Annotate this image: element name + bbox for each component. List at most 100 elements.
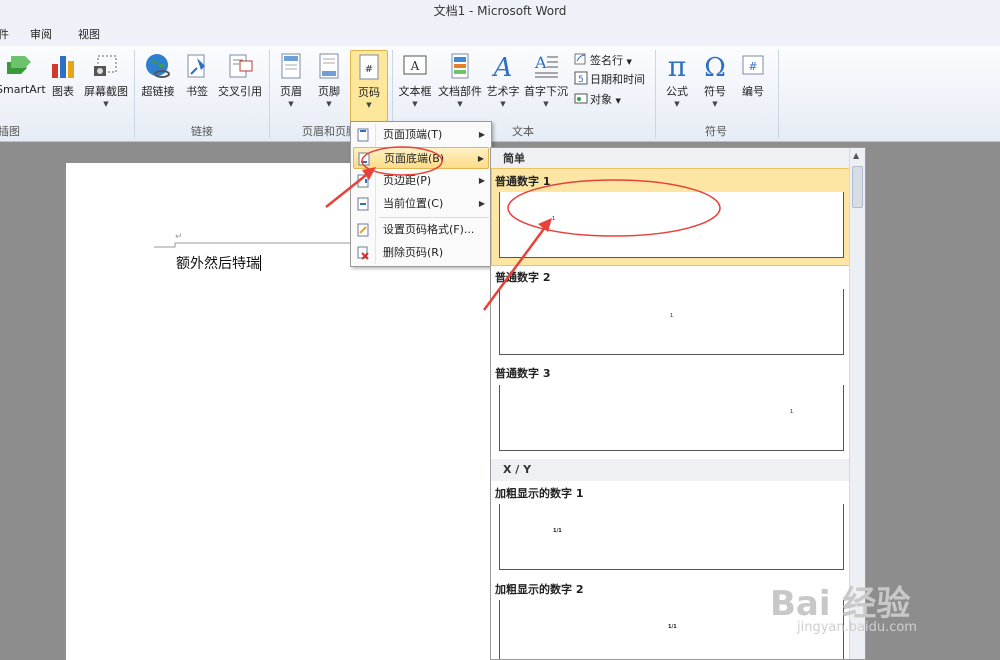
screenshot-icon [94,55,117,76]
svg-text:Ω: Ω [704,53,726,80]
dropdown-arrow-icon: ▼ [103,100,109,108]
page-bottom-icon [358,152,370,166]
wordart-button[interactable]: A 艺术字 ▼ [484,52,522,108]
menu-item-top-of-page[interactable]: 页面顶端(T) ▶ [353,124,489,146]
svg-text:π: π [668,52,686,80]
gallery-item-plain-number-3[interactable]: 1 [499,385,844,451]
dropdown-arrow-icon: ▼ [412,100,418,108]
menu-item-current-position[interactable]: 当前位置(C) ▶ [353,193,489,215]
dropdown-arrow-icon: ▼ [674,100,680,108]
svg-text:#: # [748,60,757,73]
drop-cap-icon: A [534,53,558,78]
delete-icon [357,246,369,260]
footer-button[interactable]: 页脚 ▼ [314,52,344,108]
textbox-button[interactable]: A 文本框 ▼ [396,52,434,108]
object-icon [574,93,588,104]
gallery-item-plain-number-1[interactable]: 1 [499,192,844,258]
svg-text:A: A [534,53,547,72]
quick-parts-icon [451,53,469,79]
dropdown-arrow-icon: ▼ [543,100,549,108]
textbox-icon: A [403,55,427,75]
gallery-category-simple: 简单 [491,148,850,170]
format-icon [357,223,369,237]
menu-item-page-margins[interactable]: 页边距(P) ▶ [353,170,489,192]
text-caret [260,255,261,271]
page-number-button[interactable]: # 页码 ▼ [350,50,388,122]
ribbon-tabs: 件 审阅 视图 [0,22,1000,46]
svg-text:A: A [492,53,513,80]
cross-reference-icon [229,54,253,78]
scroll-up-icon[interactable]: ▲ [853,151,859,160]
menu-item-remove-page-numbers[interactable]: 删除页码(R) [353,242,489,264]
header-button[interactable]: 页眉 ▼ [276,52,306,108]
group-label-symbols: 符号 [705,125,727,138]
datetime-button[interactable]: 5 日期和时间 [574,71,645,87]
document-body-text[interactable]: 额外然后特瑞 [176,253,261,273]
dropdown-arrow-icon: ▼ [457,100,463,108]
chart-icon [52,56,74,78]
globe-link-icon [146,54,170,78]
svg-text:A: A [410,59,420,73]
chart-button[interactable]: 图表 [48,52,78,99]
submenu-arrow-icon: ▶ [477,154,484,163]
dropdown-arrow-icon: ▼ [366,101,372,109]
menu-item-bottom-of-page[interactable]: 页面底端(B) ▶ [353,147,489,169]
wordart-icon: A [492,53,513,80]
numbering-icon: # [742,55,764,75]
equation-button[interactable]: π 公式 ▼ [660,52,694,108]
quick-parts-button[interactable]: 文档部件 ▼ [436,52,484,108]
signature-icon [574,53,586,65]
gallery-item-title: 普通数字 2 [495,271,551,284]
hyperlink-button[interactable]: 超链接 [138,52,178,99]
baidu-watermark-logo: Bai 经验 [770,584,911,624]
tab-review[interactable]: 审阅 [30,26,52,42]
page-margin-icon [357,174,369,188]
bookmark-icon [187,54,205,78]
drop-cap-button[interactable]: A 首字下沉 ▼ [522,52,570,108]
menu-separator [379,217,489,218]
tab-file[interactable]: 件 [0,26,9,42]
svg-text:#: # [365,64,373,75]
gallery-item-plain-number-2[interactable]: 1 [499,289,844,355]
header-icon [281,53,301,79]
object-button[interactable]: 对象 ▼ [574,91,621,107]
gallery-item-title: 加粗显示的数字 1 [495,487,584,500]
gallery-item-title: 普通数字 3 [495,367,551,380]
signature-line-button[interactable]: 签名行 ▼ [574,52,632,68]
group-label-illustrations: 插图 [0,125,20,138]
group-label-header-footer: 页眉和页脚 [302,125,357,138]
omega-icon: Ω [704,53,726,80]
group-separator [134,50,135,138]
gallery-item-bold-number-1[interactable]: 1/1 [499,504,844,570]
footer-icon [319,53,339,79]
group-separator [269,50,270,138]
group-separator [655,50,656,138]
calendar-icon: 5 [574,71,588,85]
menu-item-format-page-numbers[interactable]: 设置页码格式(F)... [353,219,489,241]
symbol-button[interactable]: Ω 符号 ▼ [698,52,732,108]
paragraph-mark: ↵ [175,232,183,242]
dropdown-arrow-icon: ▼ [288,100,294,108]
gallery-category-xy: X / Y [491,459,850,481]
svg-text:5: 5 [578,75,584,85]
baidu-watermark-url: jingyan.baidu.com [797,620,917,635]
bookmark-button[interactable]: 书签 [182,52,212,99]
window-title: 文档1 - Microsoft Word [433,4,567,18]
smartart-button[interactable]: SmartArt [0,52,46,96]
dropdown-arrow-icon: ▼ [712,100,718,108]
submenu-arrow-icon: ▶ [478,130,485,139]
pi-icon: π [668,52,686,80]
page-top-icon [357,128,369,142]
title-bar: 文档1 - Microsoft Word [0,0,1000,22]
cross-reference-button[interactable]: 交叉引用 [214,52,266,99]
scrollbar-thumb[interactable] [852,166,863,208]
group-separator [778,50,779,138]
screenshot-button[interactable]: 屏幕截图 ▼ [82,52,130,108]
tab-view[interactable]: 视图 [78,26,100,42]
page-number-icon: # [359,54,379,80]
gallery-item-title: 普通数字 1 [495,175,551,188]
numbering-button[interactable]: # 编号 [736,52,770,99]
page-number-menu: 页面顶端(T) ▶ 页面底端(B) ▶ 页边距(P) ▶ 当前位置(C) ▶ 设… [350,121,492,267]
submenu-arrow-icon: ▶ [478,176,485,185]
smartart-icon [7,56,31,74]
